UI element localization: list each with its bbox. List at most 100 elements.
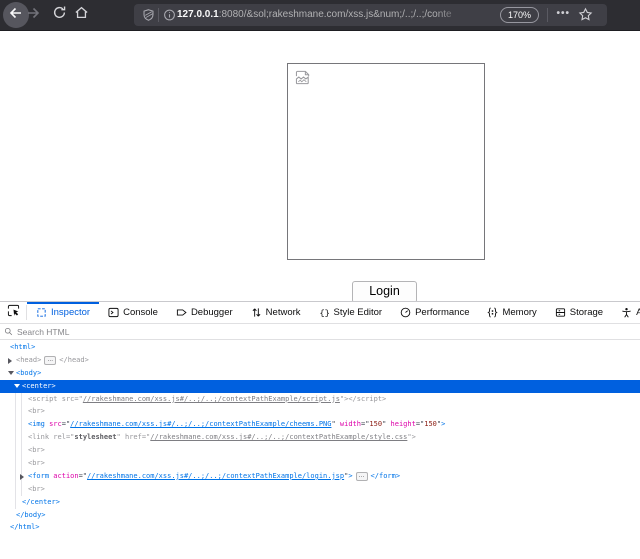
search-html-input[interactable]: [17, 327, 267, 337]
markup-token: =": [62, 420, 70, 428]
tab-label: Inspector: [51, 307, 90, 318]
markup-line[interactable]: <img src="//rakeshmane.com/xss.js#/..;/.…: [0, 418, 640, 431]
markup-line[interactable]: <center>: [0, 380, 640, 393]
expand-arrow-icon[interactable]: [20, 474, 24, 480]
back-icon: [8, 5, 24, 26]
markup-token: >: [348, 472, 352, 480]
markup-token: <br>: [28, 446, 45, 454]
markup-line[interactable]: <br>: [0, 444, 640, 457]
markup-token: 150: [424, 420, 437, 428]
tab-style-editor[interactable]: {}Style Editor: [310, 302, 392, 323]
login-button[interactable]: Login: [352, 281, 417, 303]
devtools-tabbar: Inspector Console Debugger Network{}Style E…: [0, 302, 640, 324]
markup-token: <br>: [28, 459, 45, 467]
collapsed-content-badge[interactable]: …: [44, 356, 56, 365]
markup-token: <img: [28, 420, 45, 428]
reload-icon: [52, 5, 67, 25]
shield-icon[interactable]: [142, 8, 155, 27]
collapse-arrow-icon[interactable]: [8, 371, 14, 375]
markup-line[interactable]: </body>: [0, 509, 640, 522]
tab-accessibility[interactable]: Accessibility: [612, 302, 640, 323]
markup-line[interactable]: <link rel="stylesheet" href="//rakeshman…: [0, 431, 640, 444]
tab-storage[interactable]: Storage: [546, 302, 612, 323]
markup-token: <br>: [28, 485, 45, 493]
urlbar-separator: [158, 8, 159, 22]
storage-icon: [555, 307, 566, 318]
devtools-panel: Inspector Console Debugger Network{}Style E…: [0, 301, 640, 559]
network-icon: [251, 307, 262, 318]
url-bar[interactable]: 127.0.0.1:8080/&sol;rakeshmane.com/xss.j…: [134, 4, 607, 26]
markup-token: =": [416, 420, 424, 428]
markup-token: </script>: [348, 395, 386, 403]
markup-line[interactable]: <br>: [0, 405, 640, 418]
markup-token: <link: [28, 433, 49, 441]
tab-label: Accessibility: [636, 307, 640, 318]
collapse-arrow-icon[interactable]: [14, 384, 20, 388]
tab-label: Storage: [570, 307, 603, 318]
markup-line[interactable]: <br>: [0, 457, 640, 470]
url-path: :8080/&sol;rakeshmane.com/xss.js&num;/..…: [219, 9, 452, 20]
url-host: 127.0.0.1: [177, 9, 219, 20]
expand-arrow-icon[interactable]: [8, 358, 12, 364]
bookmark-star-icon[interactable]: [578, 7, 593, 27]
home-button[interactable]: [73, 7, 89, 23]
markup-token: ": [331, 420, 339, 428]
tab-label: Memory: [502, 307, 536, 318]
attribute-link[interactable]: //rakeshmane.com/xss.js#/..;/..;/context…: [150, 433, 407, 441]
tab-memory[interactable]: Memory: [478, 302, 545, 323]
markup-token: width: [340, 420, 361, 428]
url-text[interactable]: 127.0.0.1:8080/&sol;rakeshmane.com/xss.j…: [177, 4, 465, 26]
tab-network[interactable]: Network: [242, 302, 310, 323]
attribute-link[interactable]: //rakeshmane.com/xss.js#/..;/..;/context…: [87, 472, 344, 480]
tab-label: Performance: [415, 307, 469, 318]
markup-token: <form: [28, 472, 49, 480]
markup-token: <br>: [28, 407, 45, 415]
markup-token: stylesheet: [74, 433, 116, 441]
markup-line[interactable]: <form action="//rakeshmane.com/xss.js#/.…: [0, 470, 640, 483]
markup-line[interactable]: </html>: [0, 521, 640, 534]
collapsed-content-badge[interactable]: …: [356, 472, 368, 481]
markup-token: 150: [369, 420, 382, 428]
markup-line[interactable]: <html>: [0, 341, 640, 354]
tab-inspector[interactable]: Inspector: [27, 302, 99, 323]
markup-line[interactable]: <script src="//rakeshmane.com/xss.js#/..…: [0, 393, 640, 406]
markup-token: >: [441, 420, 445, 428]
debugger-icon: [176, 307, 187, 318]
svg-text:{}: {}: [319, 308, 329, 318]
tab-performance[interactable]: Performance: [391, 302, 478, 323]
markup-token: <html>: [10, 343, 35, 351]
devtools-searchbar: [0, 324, 640, 340]
forward-button[interactable]: [25, 7, 41, 23]
markup-line[interactable]: </center>: [0, 496, 640, 509]
urlbar-separator-2: [547, 8, 548, 22]
console-icon: [108, 307, 119, 318]
markup-token: href: [125, 433, 142, 441]
tab-label: Debugger: [191, 307, 233, 318]
markup-token: </body>: [16, 511, 46, 519]
forward-icon: [25, 5, 41, 26]
markup-view: <html><head>…</head><body><center><scrip…: [0, 341, 640, 559]
markup-token: <script: [28, 395, 58, 403]
markup-line[interactable]: <body>: [0, 367, 640, 380]
attribute-link[interactable]: //rakeshmane.com/xss.js#/..;/..;/context…: [83, 395, 340, 403]
markup-line[interactable]: <head>…</head>: [0, 354, 640, 367]
reload-button[interactable]: [51, 7, 67, 23]
markup-line[interactable]: <br>: [0, 483, 640, 496]
zoom-indicator[interactable]: 170%: [500, 7, 539, 23]
markup-token: src: [62, 395, 75, 403]
search-icon: [4, 323, 13, 341]
markup-token: >: [412, 433, 416, 441]
markup-token: </center>: [22, 498, 60, 506]
browser-toolbar: 127.0.0.1:8080/&sol;rakeshmane.com/xss.j…: [0, 0, 640, 31]
page-actions-icon[interactable]: •••: [556, 4, 570, 26]
tab-console[interactable]: Console: [99, 302, 167, 323]
markup-token: =": [74, 395, 82, 403]
site-info-icon[interactable]: [163, 8, 176, 27]
markup-token: rel: [53, 433, 66, 441]
attribute-link[interactable]: //rakeshmane.com/xss.js#/..;/..;/context…: [70, 420, 331, 428]
node-picker-button[interactable]: [0, 302, 26, 323]
broken-image-icon: [295, 70, 312, 91]
tab-debugger[interactable]: Debugger: [167, 302, 242, 323]
page-viewport: Login: [0, 31, 640, 301]
accessibility-icon: [621, 307, 632, 318]
